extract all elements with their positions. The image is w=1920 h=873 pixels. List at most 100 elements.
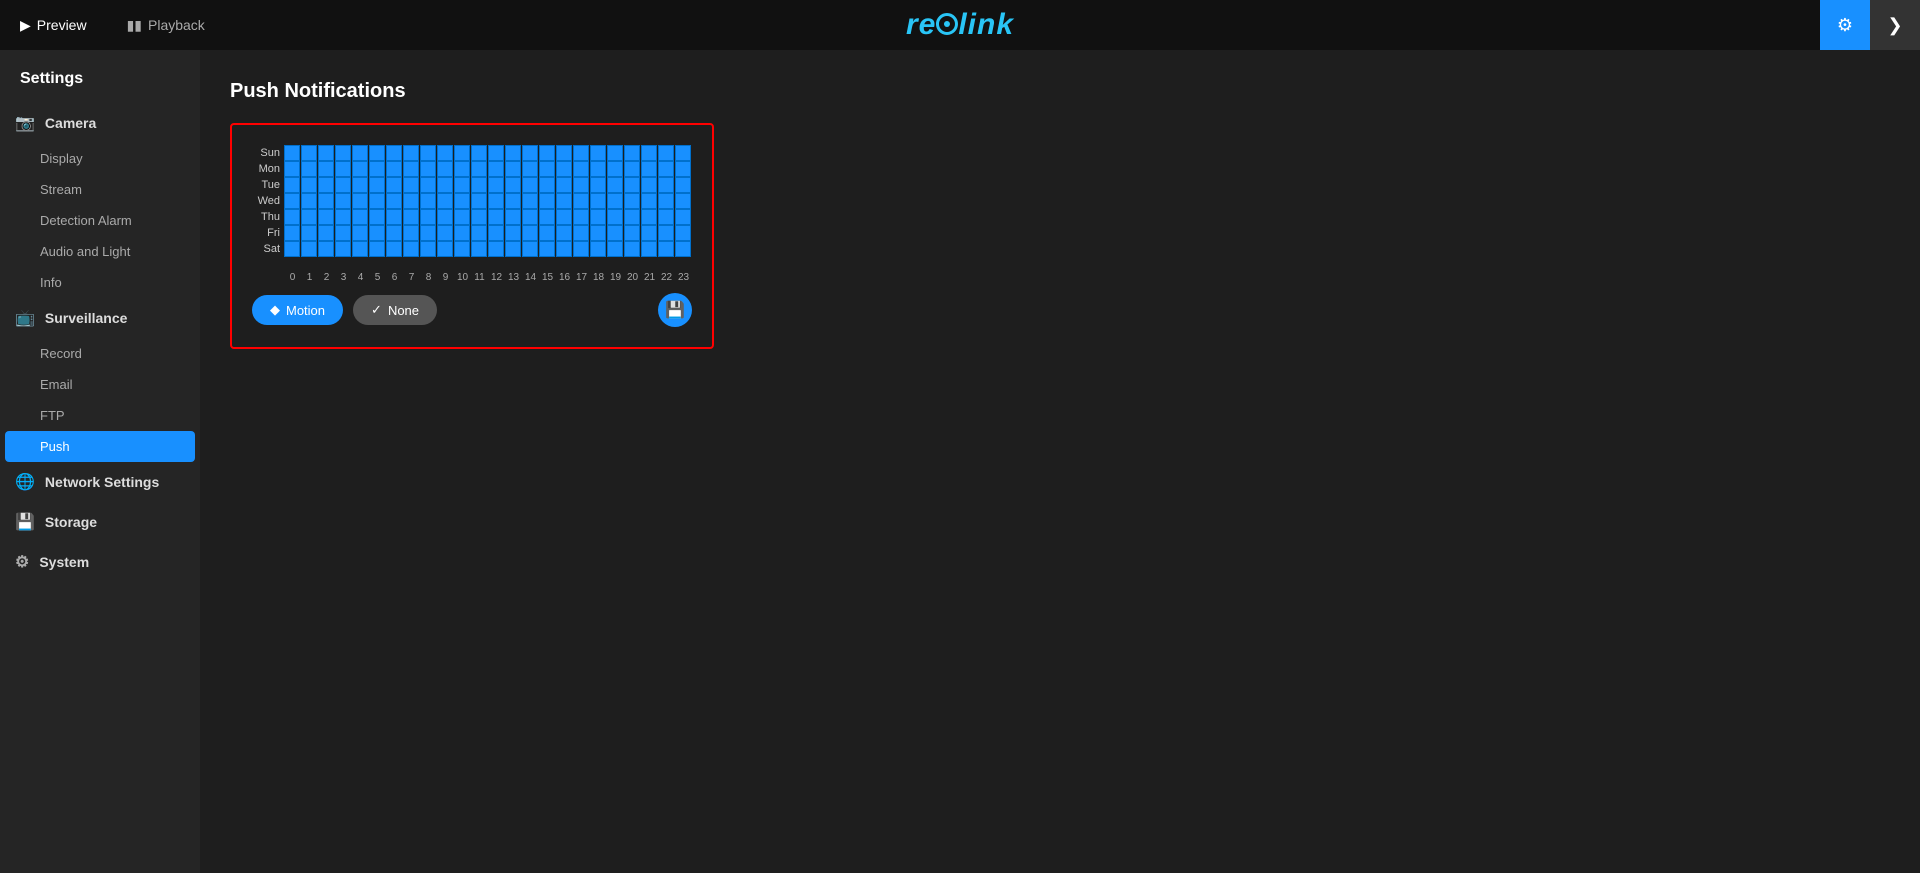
grid-cell[interactable] xyxy=(403,161,419,177)
grid-cell[interactable] xyxy=(488,177,504,193)
grid-cell[interactable] xyxy=(386,145,402,161)
grid-cell[interactable] xyxy=(590,209,606,225)
sidebar-category-surveillance[interactable]: 📺 Surveillance xyxy=(0,298,200,338)
grid-cell[interactable] xyxy=(301,145,317,161)
sidebar-category-storage[interactable]: 💾 Storage xyxy=(0,502,200,542)
grid-cell[interactable] xyxy=(318,177,334,193)
grid-cell[interactable] xyxy=(539,177,555,193)
grid-cell[interactable] xyxy=(437,145,453,161)
grid-cell[interactable] xyxy=(471,225,487,241)
grid-cell[interactable] xyxy=(556,193,572,209)
grid-cell[interactable] xyxy=(641,241,657,257)
grid-cell[interactable] xyxy=(403,193,419,209)
grid-cell[interactable] xyxy=(590,225,606,241)
grid-cell[interactable] xyxy=(369,225,385,241)
grid-cell[interactable] xyxy=(539,209,555,225)
sidebar-item-stream[interactable]: Stream xyxy=(0,174,200,205)
grid-cell[interactable] xyxy=(658,161,674,177)
grid-cell[interactable] xyxy=(369,193,385,209)
grid-cell[interactable] xyxy=(505,225,521,241)
grid-cell[interactable] xyxy=(420,177,436,193)
grid-cell[interactable] xyxy=(471,177,487,193)
grid-cell[interactable] xyxy=(335,145,351,161)
grid-cell[interactable] xyxy=(437,177,453,193)
grid-cell[interactable] xyxy=(454,241,470,257)
grid-cell[interactable] xyxy=(301,177,317,193)
grid-cell[interactable] xyxy=(573,193,589,209)
settings-button[interactable]: ⚙ xyxy=(1820,0,1870,50)
grid-cell[interactable] xyxy=(335,193,351,209)
grid-cell[interactable] xyxy=(624,145,640,161)
grid-cell[interactable] xyxy=(352,241,368,257)
grid-cell[interactable] xyxy=(301,161,317,177)
grid-cell[interactable] xyxy=(590,193,606,209)
grid-cell[interactable] xyxy=(318,145,334,161)
preview-tab[interactable]: ▶ Preview xyxy=(0,0,107,50)
grid-cell[interactable] xyxy=(284,225,300,241)
grid-cell[interactable] xyxy=(301,225,317,241)
grid-cell[interactable] xyxy=(624,241,640,257)
sidebar-item-audio-and-light[interactable]: Audio and Light xyxy=(0,236,200,267)
grid-cell[interactable] xyxy=(607,225,623,241)
grid-cell[interactable] xyxy=(573,177,589,193)
grid-cell[interactable] xyxy=(624,161,640,177)
sidebar-category-network[interactable]: 🌐 Network Settings xyxy=(0,462,200,502)
grid-cell[interactable] xyxy=(624,193,640,209)
grid-cell[interactable] xyxy=(335,177,351,193)
grid-cell[interactable] xyxy=(539,161,555,177)
grid-cell[interactable] xyxy=(573,241,589,257)
grid-cell[interactable] xyxy=(675,241,691,257)
grid-cell[interactable] xyxy=(437,241,453,257)
grid-cell[interactable] xyxy=(403,209,419,225)
grid-cell[interactable] xyxy=(607,145,623,161)
grid-cell[interactable] xyxy=(352,193,368,209)
none-button[interactable]: ✓ None xyxy=(353,295,437,325)
grid-cell[interactable] xyxy=(675,225,691,241)
grid-cell[interactable] xyxy=(607,193,623,209)
save-button[interactable]: 💾 xyxy=(658,293,692,327)
sidebar-item-push[interactable]: Push xyxy=(5,431,195,462)
grid-cell[interactable] xyxy=(386,193,402,209)
grid-cell[interactable] xyxy=(641,209,657,225)
grid-cell[interactable] xyxy=(641,193,657,209)
motion-button[interactable]: ◆ Motion xyxy=(252,295,343,325)
grid-cell[interactable] xyxy=(675,209,691,225)
grid-cell[interactable] xyxy=(590,145,606,161)
grid-cell[interactable] xyxy=(556,145,572,161)
grid-cell[interactable] xyxy=(369,209,385,225)
grid-cell[interactable] xyxy=(403,145,419,161)
grid-cell[interactable] xyxy=(454,145,470,161)
grid-cell[interactable] xyxy=(488,193,504,209)
grid-cell[interactable] xyxy=(335,241,351,257)
grid-cell[interactable] xyxy=(641,225,657,241)
grid-cell[interactable] xyxy=(522,145,538,161)
grid-cell[interactable] xyxy=(573,225,589,241)
grid-cell[interactable] xyxy=(437,209,453,225)
grid-cell[interactable] xyxy=(284,161,300,177)
grid-cell[interactable] xyxy=(420,209,436,225)
grid-cell[interactable] xyxy=(658,193,674,209)
grid-cell[interactable] xyxy=(488,145,504,161)
grid-cell[interactable] xyxy=(590,161,606,177)
grid-cell[interactable] xyxy=(318,241,334,257)
grid-cell[interactable] xyxy=(471,193,487,209)
grid-cell[interactable] xyxy=(386,225,402,241)
grid-cell[interactable] xyxy=(386,209,402,225)
grid-cell[interactable] xyxy=(420,193,436,209)
grid-cell[interactable] xyxy=(471,145,487,161)
grid-cell[interactable] xyxy=(624,209,640,225)
grid-cell[interactable] xyxy=(675,193,691,209)
grid-cell[interactable] xyxy=(488,209,504,225)
grid-cell[interactable] xyxy=(335,225,351,241)
grid-cell[interactable] xyxy=(607,177,623,193)
grid-cell[interactable] xyxy=(386,161,402,177)
grid-cell[interactable] xyxy=(573,161,589,177)
grid-cell[interactable] xyxy=(607,161,623,177)
grid-cell[interactable] xyxy=(556,241,572,257)
grid-cell[interactable] xyxy=(556,225,572,241)
grid-cell[interactable] xyxy=(658,225,674,241)
grid-cell[interactable] xyxy=(539,225,555,241)
grid-cell[interactable] xyxy=(352,177,368,193)
grid-cell[interactable] xyxy=(454,209,470,225)
grid-cell[interactable] xyxy=(590,241,606,257)
